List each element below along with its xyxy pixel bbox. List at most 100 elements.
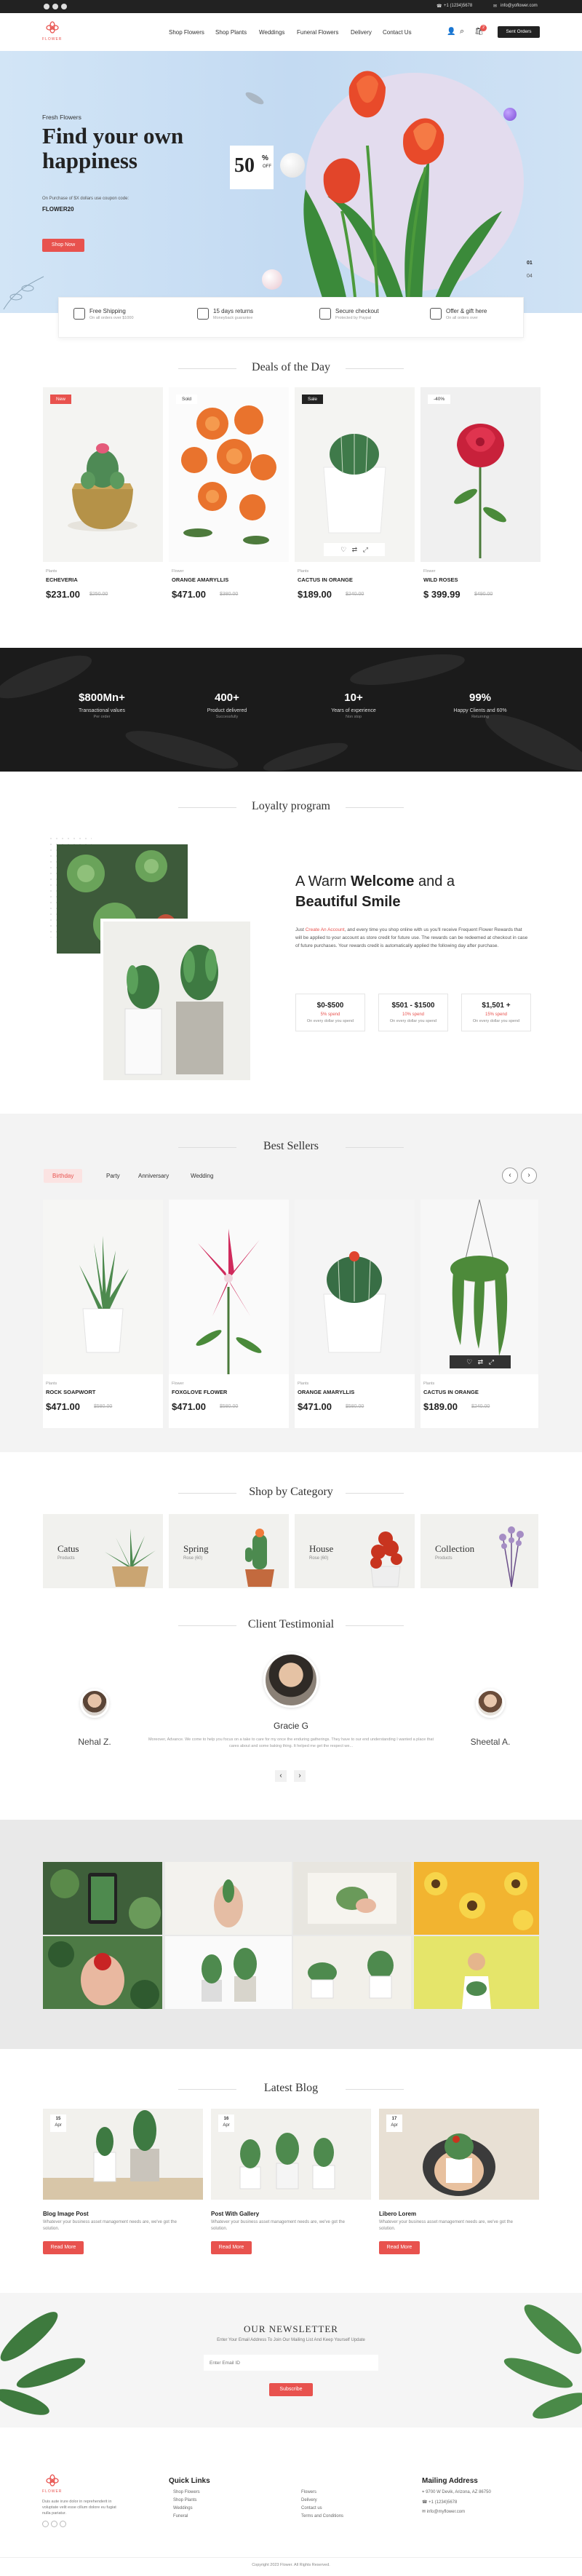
twitter-icon[interactable] (51, 2521, 57, 2527)
blog-post-title[interactable]: Post With Gallery (211, 2211, 259, 2217)
newsletter-email-input[interactable] (204, 2355, 378, 2371)
avatar[interactable] (80, 1689, 109, 1718)
footer-link[interactable]: Funeral (173, 2514, 188, 2518)
product-card[interactable]: Flower FOXGLOVE FLOWER $471.00 $580.00 (169, 1200, 289, 1428)
facebook-icon[interactable] (42, 2521, 49, 2527)
prev-arrow-icon[interactable]: ‹ (275, 1770, 287, 1782)
category-card[interactable]: Catus Products (43, 1514, 163, 1588)
product-card[interactable]: Sold Flower ORANGE AMARYLLIS $471.00 $38… (169, 387, 289, 616)
slide-current[interactable]: 01 (527, 261, 533, 266)
instagram-icon[interactable] (60, 2521, 66, 2527)
gallery-image[interactable] (43, 1862, 162, 1935)
read-more-button[interactable]: Read More (43, 2241, 84, 2254)
nav-funeral-flowers[interactable]: Funeral Flowers (297, 29, 338, 36)
category-name[interactable]: Spring (183, 1543, 209, 1555)
nav-contact[interactable]: Contact Us (383, 29, 412, 36)
subscribe-button[interactable]: Subscribe (269, 2383, 313, 2396)
next-arrow-icon[interactable]: › (521, 1168, 537, 1184)
avatar[interactable] (263, 1652, 319, 1708)
nav-shop-plants[interactable]: Shop Plants (215, 29, 247, 36)
compare-icon[interactable]: ⇄ (352, 546, 358, 553)
blog-card[interactable]: 15 Apr Blog Image Post Whatever your busi… (43, 2109, 203, 2276)
product-card[interactable]: -40% Flower WILD ROSES $ 399.99 $490.00 (420, 387, 541, 616)
gallery-image[interactable] (43, 1936, 162, 2009)
logo-icon[interactable] (45, 2473, 60, 2488)
gallery-image[interactable] (165, 1862, 292, 1935)
gallery-image[interactable] (414, 1862, 539, 1935)
wishlist-icon[interactable]: ♡ (466, 1358, 472, 1366)
gallery-image[interactable] (293, 1862, 411, 1935)
product-name[interactable]: ECHEVERIA (46, 576, 78, 583)
product-name[interactable]: WILD ROSES (423, 576, 458, 583)
footer-link[interactable]: Contact us (301, 2506, 322, 2510)
product-name[interactable]: CACTUS IN ORANGE (298, 576, 353, 583)
instagram-icon[interactable] (52, 4, 58, 9)
read-more-button[interactable]: Read More (211, 2241, 252, 2254)
search-icon[interactable]: ⌕ (460, 27, 464, 36)
product-image[interactable] (295, 1200, 415, 1374)
slide-total[interactable]: 04 (527, 274, 533, 279)
blog-image[interactable] (211, 2109, 371, 2200)
product-name[interactable]: FOXGLOVE FLOWER (172, 1389, 227, 1395)
sent-orders-button[interactable]: Sent Orders (498, 26, 540, 38)
blog-card[interactable]: 16 Apr Post With Gallery Whatever your bu… (211, 2109, 371, 2276)
tab-birthday[interactable]: Birthday (44, 1169, 83, 1183)
footer-link[interactable]: Flowers (301, 2490, 316, 2494)
shop-now-button[interactable]: Shop Now (42, 239, 84, 252)
product-card[interactable]: ♡ ⇄ ⤢ Plants CACTUS IN ORANGE $189.00 $2… (420, 1200, 538, 1428)
footer-link[interactable]: Weddings (173, 2506, 193, 2510)
next-arrow-icon[interactable]: › (294, 1770, 306, 1782)
expand-icon[interactable]: ⤢ (489, 1358, 494, 1366)
product-card[interactable]: New Plants ECHEVERIA $231.00 $250.00 (43, 387, 163, 616)
logo-icon[interactable] (45, 20, 60, 35)
product-image[interactable] (43, 1200, 163, 1374)
prev-arrow-icon[interactable]: ‹ (502, 1168, 518, 1184)
product-name[interactable]: ORANGE AMARYLLIS (298, 1389, 354, 1395)
footer-link[interactable]: Terms and Conditions (301, 2514, 343, 2518)
category-card[interactable]: Collection Products (420, 1514, 538, 1588)
product-image[interactable] (169, 387, 289, 562)
twitter-icon[interactable] (61, 4, 67, 9)
expand-icon[interactable]: ⤢ (363, 546, 368, 553)
product-image[interactable] (169, 1200, 289, 1374)
facebook-icon[interactable] (44, 4, 49, 9)
avatar[interactable] (476, 1689, 505, 1718)
wishlist-icon[interactable]: ♡ (340, 546, 346, 553)
nav-shop-flowers[interactable]: Shop Flowers (169, 29, 204, 36)
top-email[interactable]: info@yoflower.com (501, 4, 538, 8)
product-image[interactable] (43, 387, 163, 562)
footer-link[interactable]: Shop Flowers (173, 2490, 200, 2494)
tab-wedding[interactable]: Wedding (182, 1169, 222, 1183)
compare-icon[interactable]: ⇄ (478, 1358, 484, 1366)
category-card[interactable]: House Rose (60) (295, 1514, 415, 1588)
create-account-link[interactable]: Create An Account (306, 927, 345, 932)
category-name[interactable]: Collection (435, 1543, 474, 1555)
product-image[interactable] (420, 387, 541, 562)
product-image[interactable] (420, 1200, 538, 1374)
tab-anniversary[interactable]: Anniversary (129, 1169, 178, 1183)
product-name[interactable]: ORANGE AMARYLLIS (172, 576, 228, 583)
category-name[interactable]: House (309, 1543, 333, 1555)
blog-card[interactable]: 17 Apr Libero Lorem Whatever your busines… (379, 2109, 539, 2276)
blog-post-title[interactable]: Blog Image Post (43, 2211, 89, 2217)
product-image[interactable] (295, 387, 415, 562)
user-icon[interactable]: 👤 (447, 28, 455, 36)
blog-image[interactable] (379, 2109, 539, 2200)
category-card[interactable]: Spring Rose (60) (169, 1514, 289, 1588)
gallery-image[interactable] (293, 1936, 411, 2009)
product-card[interactable]: Plants ORANGE AMARYLLIS $471.00 $580.00 (295, 1200, 415, 1428)
blog-image[interactable] (43, 2109, 203, 2200)
product-name[interactable]: ROCK SOAPWORT (46, 1389, 95, 1395)
gallery-image[interactable] (414, 1936, 539, 2009)
read-more-button[interactable]: Read More (379, 2241, 420, 2254)
product-card[interactable]: Plants ROCK SOAPWORT $471.00 $580.00 (43, 1200, 163, 1428)
gallery-image[interactable] (165, 1936, 292, 2009)
tab-party[interactable]: Party (97, 1169, 129, 1183)
footer-link[interactable]: Shop Plants (173, 2498, 196, 2502)
product-card[interactable]: Sale ♡ ⇄ ⤢ Plants CACTUS IN ORANGE $189.… (295, 387, 415, 616)
nav-weddings[interactable]: Weddings (259, 29, 284, 36)
footer-email[interactable]: ✉ info@myflower.com (422, 2509, 465, 2514)
nav-delivery[interactable]: Delivery (351, 29, 372, 36)
footer-link[interactable]: Delivery (301, 2498, 317, 2502)
category-name[interactable]: Catus (57, 1543, 79, 1555)
